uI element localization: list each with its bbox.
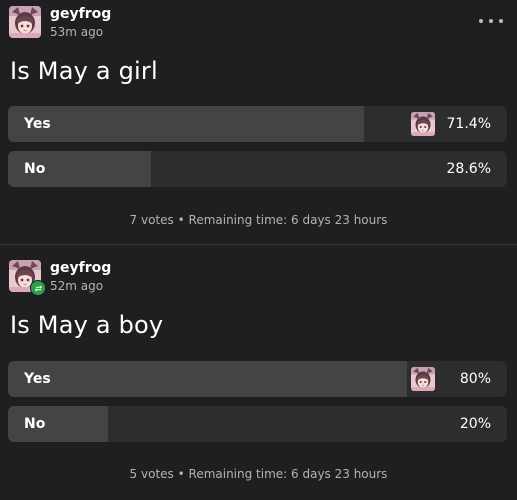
poll-option-percent: 20% (459, 416, 491, 432)
poll-option-percent: 71.4% (446, 116, 491, 132)
vote-count: 7 votes (129, 213, 174, 227)
poll-option-yes[interactable]: Yes 71.4% (8, 106, 507, 142)
remaining-time: Remaining time: 6 days 23 hours (188, 467, 388, 481)
more-options-button[interactable] (479, 12, 503, 30)
poll-option-no[interactable]: No 28.6% (8, 151, 507, 187)
poll-footer: 5 votes • Remaining time: 6 days 23 hour… (0, 467, 517, 481)
poll-question: Is May a boy (10, 311, 164, 339)
poll-option-fill (8, 106, 365, 142)
poll-post: geyfrog 52m ago Is May a boy Yes 80% No … (0, 245, 517, 500)
poll-question: Is May a girl (10, 57, 158, 85)
avatar-image (411, 367, 435, 391)
separator-dot: • (177, 467, 185, 481)
vote-count: 5 votes (129, 467, 174, 481)
voter-avatar (411, 367, 435, 391)
separator-dot: • (177, 213, 185, 227)
poll-option-yes[interactable]: Yes 80% (8, 361, 507, 397)
username-link[interactable]: geyfrog (50, 260, 111, 276)
poll-option-label: No (24, 161, 46, 177)
poll-option-label: Yes (24, 116, 51, 132)
remaining-time: Remaining time: 6 days 23 hours (188, 213, 388, 227)
more-horizontal-icon (479, 19, 483, 23)
poll-post: geyfrog 53m ago Is May a girl Yes 71.4% … (0, 0, 517, 244)
username-link[interactable]: geyfrog (50, 6, 111, 22)
poll-option-no[interactable]: No 20% (8, 406, 507, 442)
user-avatar[interactable] (9, 6, 41, 38)
reblog-icon (30, 280, 46, 296)
poll-footer: 7 votes • Remaining time: 6 days 23 hour… (0, 213, 517, 227)
more-horizontal-icon (489, 19, 493, 23)
post-timestamp[interactable]: 52m ago (50, 279, 103, 293)
avatar-image (411, 112, 435, 136)
poll-option-fill (8, 406, 108, 442)
poll-option-fill (8, 361, 408, 397)
poll-option-label: Yes (24, 371, 51, 387)
poll-option-label: No (24, 416, 46, 432)
avatar-image (9, 6, 41, 38)
voter-avatar (411, 112, 435, 136)
poll-option-percent: 80% (459, 371, 491, 387)
more-horizontal-icon (499, 19, 503, 23)
poll-option-percent: 28.6% (446, 161, 491, 177)
post-timestamp[interactable]: 53m ago (50, 25, 103, 39)
